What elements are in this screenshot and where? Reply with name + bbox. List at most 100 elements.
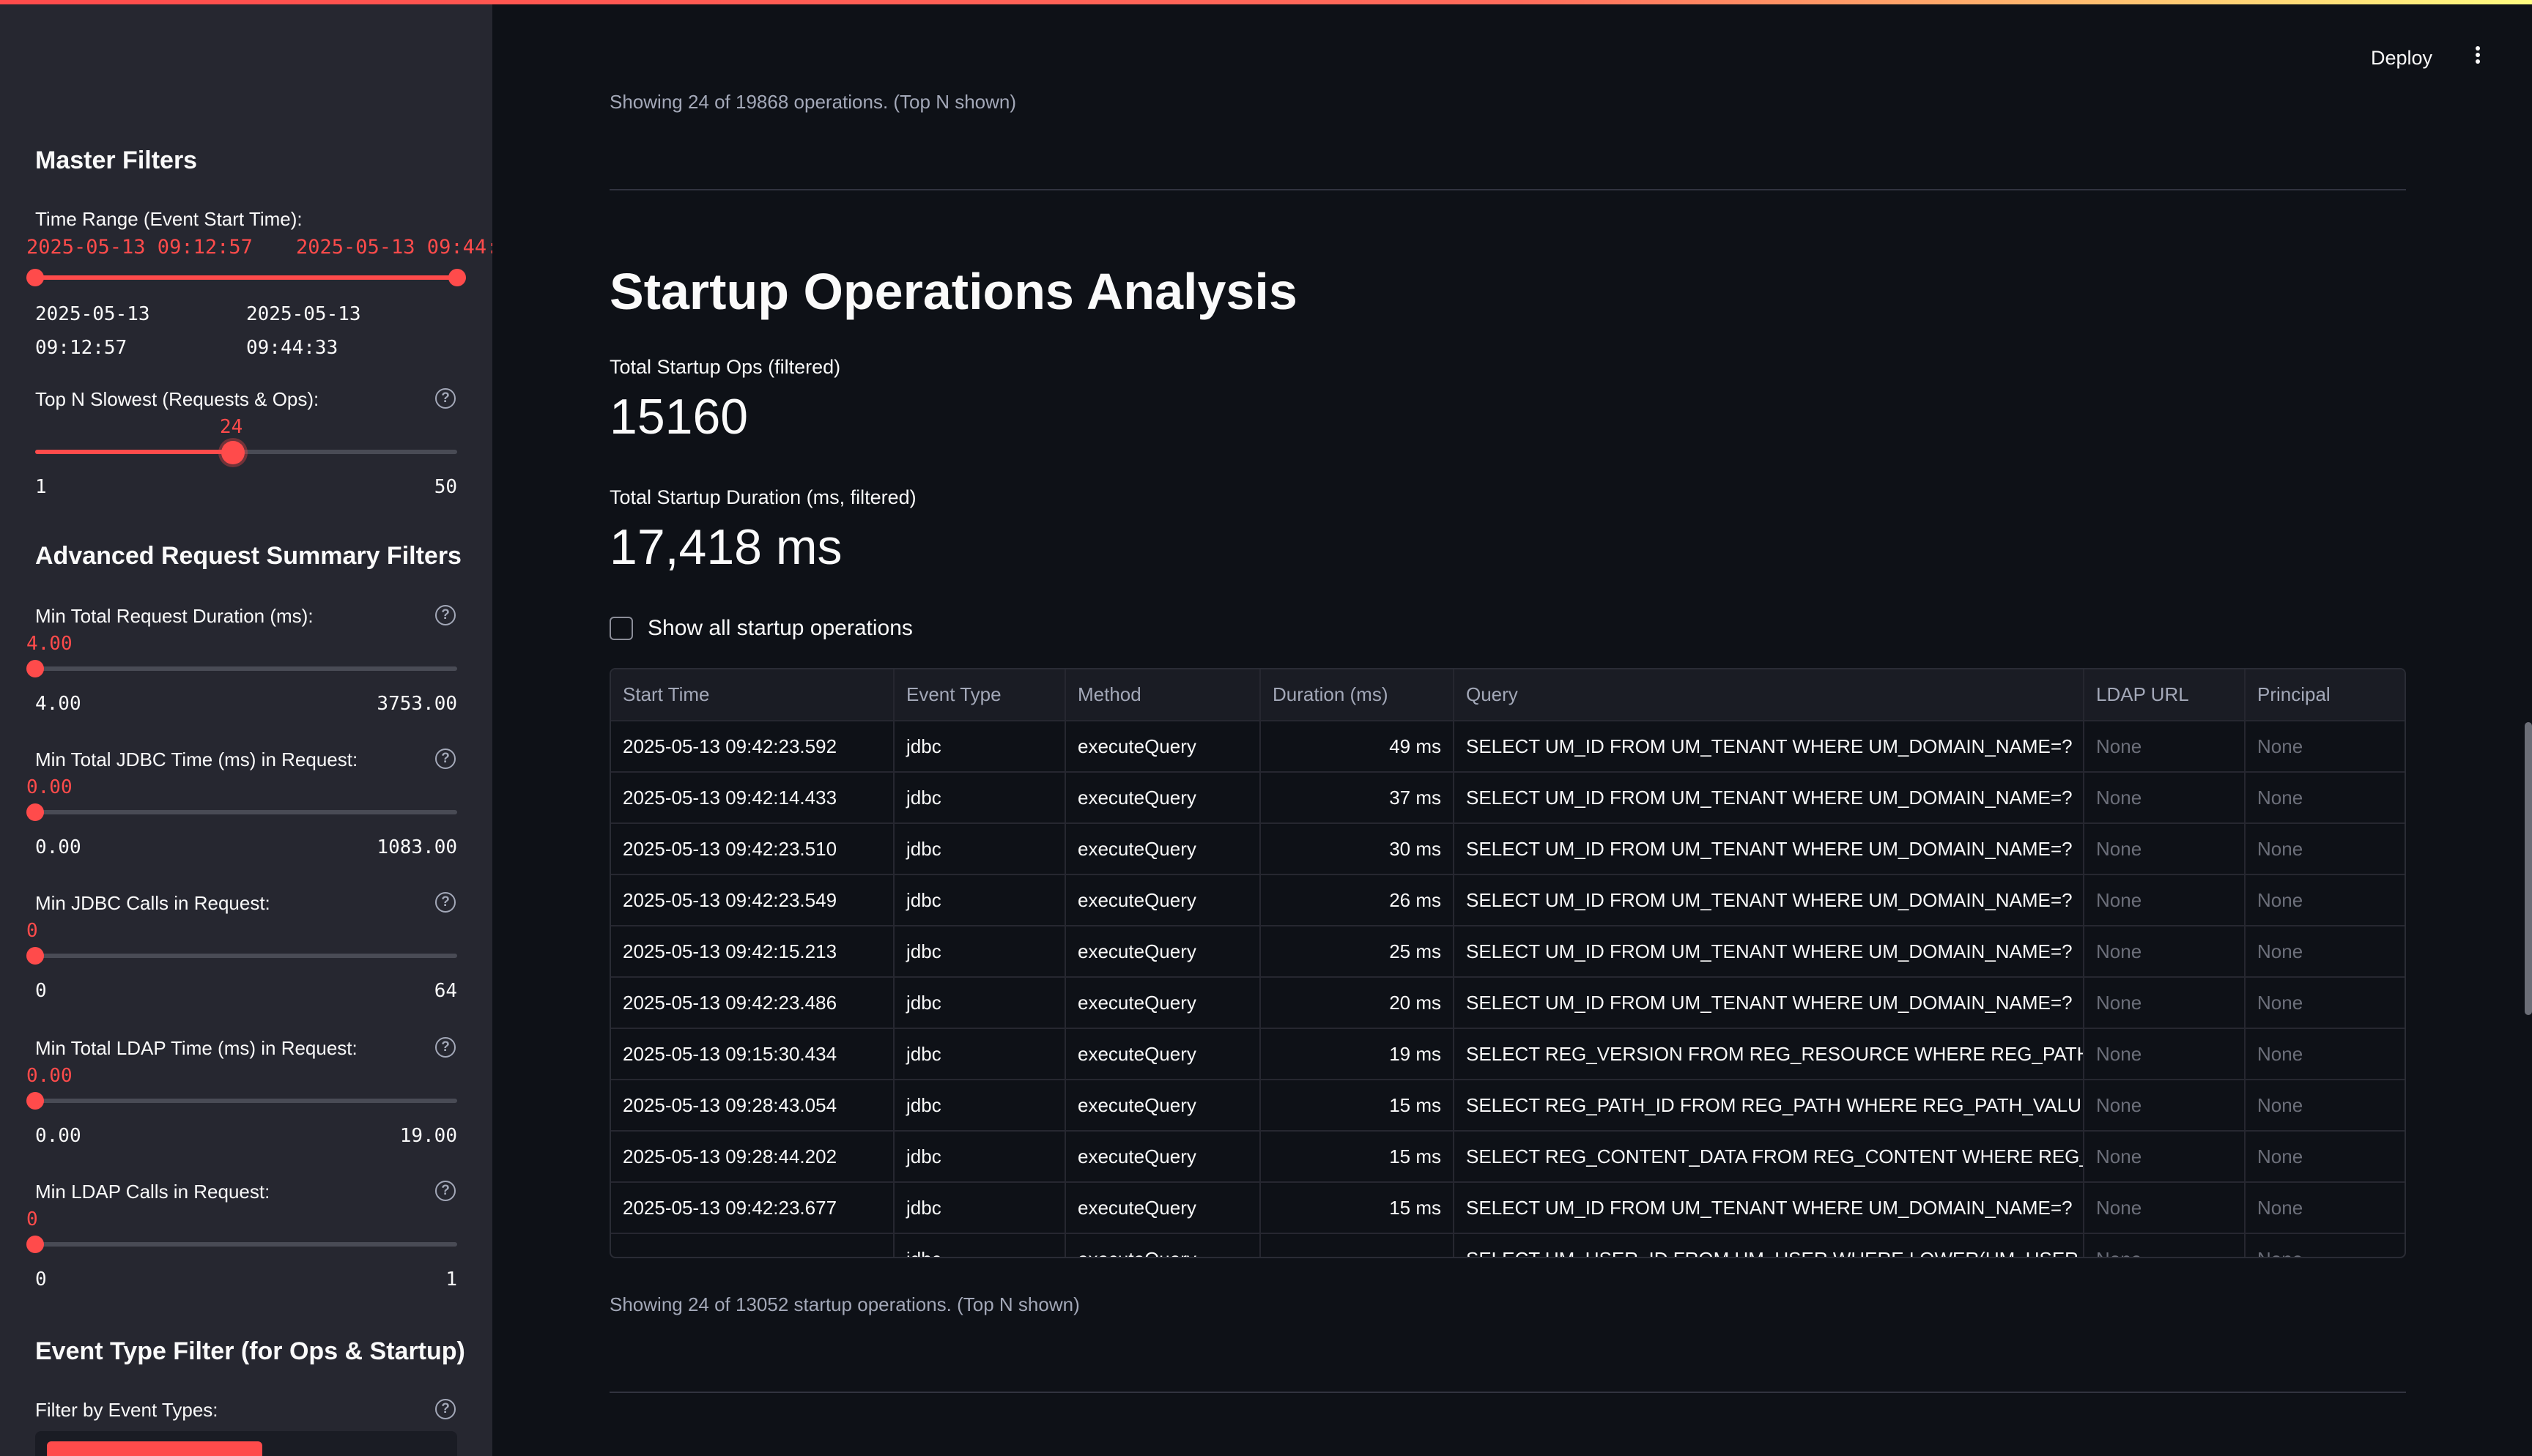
min-jdbc-calls-value: 0	[26, 920, 38, 942]
min-total-duration-handle[interactable]	[26, 660, 44, 677]
min-jdbc-calls-slider[interactable]	[26, 947, 457, 965]
startup-ops-table[interactable]: Start Time Event Type Method Duration (ms) Q…	[610, 668, 2406, 1258]
table-row[interactable]: jdbcexecuteQuery SELECT UM_USER_ID FROM U…	[611, 1233, 2405, 1257]
time-range-min: 2025-05-13 09:12:57	[35, 297, 150, 365]
table-header-row: Start Time Event Type Method Duration (ms) Q…	[611, 669, 2405, 721]
main-scrollbar[interactable]	[2525, 722, 2532, 1015]
time-range-slider[interactable]	[26, 269, 466, 286]
min-jdbc-time-label: Min Total JDBC Time (ms) in Request:	[35, 749, 358, 770]
time-range-max: 2025-05-13 09:44:33	[246, 297, 361, 365]
min-ldap-calls-handle[interactable]	[26, 1236, 44, 1253]
help-icon[interactable]: ?	[435, 1037, 456, 1058]
cell-method: executeQuery	[1065, 1080, 1261, 1132]
top-n-value: 24	[220, 416, 243, 438]
cell-start-time: 2025-05-13 09:42:23.592	[611, 721, 895, 773]
column-header-principal[interactable]: Principal	[2245, 669, 2405, 721]
min-ldap-calls-slider[interactable]	[26, 1236, 457, 1253]
cell-method: executeQuery	[1065, 1131, 1261, 1183]
min-total-duration-slider[interactable]	[26, 660, 457, 677]
time-range-fill	[35, 275, 457, 280]
cell-method: executeQuery	[1065, 721, 1261, 773]
cell-event-type: jdbc	[894, 772, 1066, 824]
min-jdbc-time-slider[interactable]	[26, 803, 457, 821]
min-jdbc-calls-handle[interactable]	[26, 947, 44, 965]
time-range-start-handle[interactable]	[26, 269, 44, 286]
cell-duration	[1260, 1233, 1454, 1257]
help-icon[interactable]: ?	[435, 388, 456, 409]
top-n-handle[interactable]	[221, 441, 245, 464]
cell-start-time: 2025-05-13 09:42:15.213	[611, 926, 895, 978]
cell-start-time: 2025-05-13 09:42:23.549	[611, 874, 895, 926]
table-row[interactable]: 2025-05-13 09:42:23.510 jdbc executeQuery 3…	[611, 823, 2405, 875]
table-row[interactable]: 2025-05-13 09:28:44.202 jdbc executeQuery 1…	[611, 1131, 2405, 1183]
min-ldap-time-handle[interactable]	[26, 1092, 44, 1110]
time-range-min-time: 09:12:57	[35, 337, 127, 359]
min-jdbc-calls-min: 0	[35, 980, 47, 1002]
column-header-duration[interactable]: Duration (ms)	[1260, 669, 1454, 721]
cell-event-type: jdbc	[894, 1233, 1066, 1257]
min-ldap-calls-value: 0	[26, 1208, 38, 1230]
table-row[interactable]: 2025-05-13 09:42:23.549 jdbc executeQuery 2…	[611, 874, 2405, 926]
help-icon[interactable]: ?	[435, 749, 456, 769]
table-row[interactable]: 2025-05-13 09:42:14.433 jdbc executeQuery 3…	[611, 772, 2405, 824]
table-row[interactable]: 2025-05-13 09:42:23.592 jdbc executeQuery 4…	[611, 721, 2405, 773]
cell-event-type: jdbc	[894, 926, 1066, 978]
cell-principal: None	[2245, 1028, 2405, 1080]
column-header-method[interactable]: Method	[1065, 669, 1261, 721]
time-range-label: Time Range (Event Start Time):	[35, 208, 303, 230]
cell-start-time: 2025-05-13 09:42:23.677	[611, 1182, 895, 1234]
top-n-slider[interactable]	[35, 441, 457, 464]
checkbox-box[interactable]	[610, 617, 633, 640]
cell-query: SELECT REG_PATH_ID FROM REG_PATH WHERE R…	[1454, 1080, 2084, 1132]
time-range-start-value: 2025-05-13 09:12:57	[26, 236, 253, 259]
min-jdbc-time-value: 0.00	[26, 776, 73, 798]
time-range-end-handle[interactable]	[448, 269, 466, 286]
cell-method: executeQuery	[1065, 977, 1261, 1029]
help-icon[interactable]: ?	[435, 1181, 456, 1201]
column-header-query[interactable]: Query	[1454, 669, 2084, 721]
help-icon[interactable]: ?	[435, 1399, 456, 1419]
cell-method: executeQuery	[1065, 926, 1261, 978]
table-row[interactable]: 2025-05-13 09:28:43.054 jdbc executeQuery 1…	[611, 1080, 2405, 1132]
cell-query: SELECT UM_ID FROM UM_TENANT WHERE UM_DOM…	[1454, 1182, 2084, 1234]
table-body: 2025-05-13 09:42:23.592 jdbc executeQuery 4…	[611, 721, 2405, 1257]
min-ldap-time-min: 0.00	[35, 1125, 81, 1147]
cell-duration: 15 ms	[1260, 1131, 1454, 1183]
column-header-event-type[interactable]: Event Type	[894, 669, 1066, 721]
help-icon[interactable]: ?	[435, 605, 456, 625]
cell-method: executeQuery	[1065, 874, 1261, 926]
show-all-checkbox[interactable]: Show all startup operations	[610, 614, 913, 643]
more-menu-icon[interactable]	[2466, 44, 2490, 73]
min-jdbc-time-handle[interactable]	[26, 803, 44, 821]
cell-event-type: jdbc	[894, 1182, 1066, 1234]
deploy-button[interactable]: Deploy	[2361, 42, 2443, 74]
min-total-duration-label: Min Total Request Duration (ms):	[35, 605, 314, 627]
table-row[interactable]: 2025-05-13 09:42:23.677 jdbc executeQuery 1…	[611, 1182, 2405, 1234]
min-jdbc-time-min: 0.00	[35, 836, 81, 858]
column-header-start-time[interactable]: Start Time	[611, 669, 895, 721]
table-row[interactable]: 2025-05-13 09:42:23.486 jdbc executeQuery 2…	[611, 977, 2405, 1029]
divider	[610, 1392, 2406, 1393]
time-range-end-value: 2025-05-13 09:44:33	[296, 236, 492, 259]
event-type-multiselect[interactable]	[35, 1431, 457, 1456]
cell-principal: None	[2245, 823, 2405, 875]
min-ldap-time-slider[interactable]	[26, 1092, 457, 1110]
min-jdbc-calls-label: Min JDBC Calls in Request:	[35, 892, 270, 914]
column-header-ldap-url[interactable]: LDAP URL	[2084, 669, 2246, 721]
cell-start-time: 2025-05-13 09:42:14.433	[611, 772, 895, 824]
cell-duration: 15 ms	[1260, 1080, 1454, 1132]
table-row[interactable]: 2025-05-13 09:15:30.434 jdbc executeQuery 1…	[611, 1028, 2405, 1080]
operations-caption: Showing 24 of 19868 operations. (Top N s…	[610, 91, 1017, 113]
show-all-label: Show all startup operations	[648, 616, 913, 640]
cell-principal: None	[2245, 1080, 2405, 1132]
cell-principal: None	[2245, 977, 2405, 1029]
cell-duration: 26 ms	[1260, 874, 1454, 926]
cell-query: SELECT REG_CONTENT_DATA FROM REG_CONTENT…	[1454, 1131, 2084, 1183]
cell-event-type: jdbc	[894, 1080, 1066, 1132]
advanced-filters-heading: Advanced Request Summary Filters	[35, 542, 462, 570]
help-icon[interactable]: ?	[435, 892, 456, 913]
event-type-tag[interactable]	[47, 1441, 262, 1456]
table-row[interactable]: 2025-05-13 09:42:15.213 jdbc executeQuery 2…	[611, 926, 2405, 978]
cell-query: SELECT UM_USER_ID FROM UM_USER WHERE LOW…	[1454, 1233, 2084, 1257]
min-ldap-calls-label: Min LDAP Calls in Request:	[35, 1181, 270, 1203]
